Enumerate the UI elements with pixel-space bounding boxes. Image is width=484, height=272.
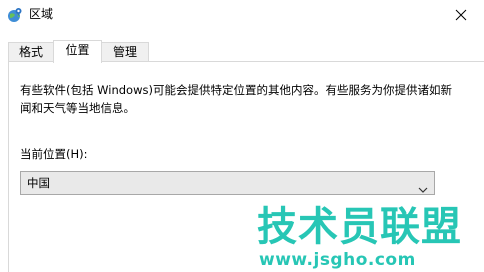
title-bar: 区域 bbox=[0, 0, 484, 30]
watermark-title: 技术员联盟 bbox=[257, 204, 462, 250]
tab-formats[interactable]: 格式 bbox=[8, 42, 54, 62]
location-select-value: 中国 bbox=[27, 176, 50, 190]
watermark-url: www.jsgho.com bbox=[259, 250, 416, 270]
tab-administrative[interactable]: 管理 bbox=[101, 42, 149, 62]
window-title: 区域 bbox=[29, 7, 54, 21]
location-description: 有些软件(包括 Windows)可能会提供特定位置的其他内容。有些服务为你提供诸… bbox=[20, 83, 452, 115]
globe-location-icon bbox=[7, 7, 23, 23]
close-icon bbox=[455, 9, 467, 21]
location-select[interactable]: 中国 bbox=[20, 171, 435, 195]
watermark: 技术员联盟 www.jsgho.com bbox=[253, 204, 484, 272]
current-location-label: 当前位置(H): bbox=[20, 147, 88, 161]
tab-location[interactable]: 位置 bbox=[53, 40, 102, 63]
chevron-down-icon bbox=[418, 179, 428, 193]
close-button[interactable] bbox=[438, 0, 484, 30]
